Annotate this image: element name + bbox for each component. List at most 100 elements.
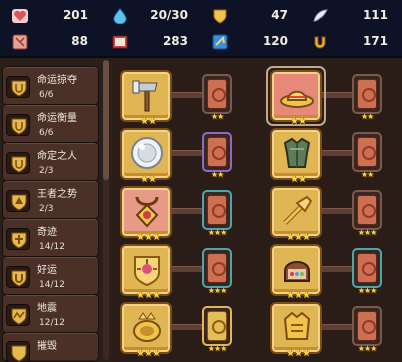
stat-value: 111 <box>362 8 388 22</box>
stat-luck: 171 <box>300 30 396 54</box>
item-stars: ★★★ <box>136 290 161 301</box>
ability-progress: 2/3 <box>39 204 54 214</box>
rune-card-face <box>357 253 377 283</box>
silver-orb-icon <box>131 137 163 169</box>
ability-progress: 14/12 <box>39 242 65 252</box>
heart-icon <box>12 8 28 24</box>
card-icon <box>212 34 228 50</box>
item-slot[interactable]: ★★★ <box>120 302 172 359</box>
ability-item[interactable]: 地震 12/12 <box>2 294 99 334</box>
ability-item[interactable]: 命运衡量 6/6 <box>2 104 99 144</box>
ability-progress: 12/12 <box>39 318 65 328</box>
card-stars: ★★★ <box>207 286 228 295</box>
sweets-box-icon <box>284 261 310 282</box>
rune-card[interactable]: ★★★ <box>352 306 382 353</box>
rune-card-face <box>357 79 377 109</box>
ability-name: 命定之人 <box>37 151 77 162</box>
item-stars: ★★ <box>290 174 307 185</box>
golden-trumpet-icon <box>283 195 313 225</box>
ability-progress: 14/12 <box>39 280 65 290</box>
shield-icon <box>212 8 228 24</box>
rune-card[interactable]: ★★ <box>352 74 382 121</box>
ability-badge-icon <box>6 152 30 174</box>
rune-card[interactable]: ★★ <box>352 132 382 179</box>
ability-item[interactable]: 摧毁 <box>2 332 99 362</box>
ability-progress: 2/3 <box>39 166 54 176</box>
rune-card[interactable]: ★★★ <box>352 248 382 295</box>
ability-list[interactable]: 命运掠夺 6/6 命运衡量 6/6 命定之人 2/3 王者之势 2/3 奇迹 1… <box>0 58 112 362</box>
book-icon <box>112 34 128 50</box>
item-slot[interactable]: ★★ <box>270 70 322 127</box>
item-slot[interactable]: ★★ <box>120 128 172 185</box>
stat-value: 47 <box>271 8 288 22</box>
stat-value: 20/30 <box>150 8 188 22</box>
wing-icon <box>312 8 328 24</box>
stat-health: 201 <box>0 4 96 28</box>
rune-card[interactable]: ★★★ <box>202 306 232 353</box>
gold-armor-icon <box>283 311 311 340</box>
item-stars: ★★★ <box>286 348 311 359</box>
scroll-icon <box>12 34 28 50</box>
item-slot[interactable]: ★★★ <box>120 186 172 243</box>
item-slot[interactable]: ★★ <box>120 70 172 127</box>
green-armor-icon <box>283 137 311 168</box>
ability-badge-icon <box>6 76 30 98</box>
rune-card-face <box>207 253 227 283</box>
stat-value: 171 <box>362 34 388 48</box>
rune-card-face <box>207 79 227 109</box>
ability-item[interactable]: 奇迹 14/12 <box>2 218 99 258</box>
stat-value: 88 <box>71 34 88 48</box>
item-stars: ★★★ <box>136 232 161 243</box>
item-stars: ★★ <box>140 116 157 127</box>
ability-name: 命运掠夺 <box>37 75 77 86</box>
card-stars: ★★★ <box>207 228 228 237</box>
ability-progress: 6/6 <box>39 128 54 138</box>
item-slot[interactable]: ★★★ <box>120 244 172 301</box>
item-grid: ★★ ★★ ★★★ ★★★ ★★★ ★★ ★★ ★★★ ★★★ ★★★ ★★ ★… <box>112 58 402 362</box>
rune-card[interactable]: ★★ <box>202 132 232 179</box>
drop-icon <box>112 8 128 24</box>
ability-item[interactable]: 命运掠夺 6/6 <box>2 66 99 106</box>
ability-badge-icon <box>6 304 30 326</box>
hammer-axe-icon <box>132 80 158 112</box>
ability-progress: 6/6 <box>39 90 54 100</box>
ability-badge-icon <box>6 190 30 212</box>
card-stars: ★★★ <box>357 286 378 295</box>
card-stars: ★★ <box>360 112 374 121</box>
ability-item[interactable]: 好运 14/12 <box>2 256 99 296</box>
rune-card[interactable]: ★★★ <box>352 190 382 237</box>
stat-attack: 88 <box>0 30 96 54</box>
ability-name: 奇迹 <box>37 227 57 238</box>
rune-card-face <box>207 137 227 167</box>
stat-value: 120 <box>262 34 288 48</box>
item-stars: ★★★ <box>286 232 311 243</box>
ability-name: 命运衡量 <box>37 113 77 124</box>
rune-card[interactable]: ★★ <box>202 74 232 121</box>
rune-card-face <box>357 195 377 225</box>
ability-badge-icon <box>6 228 30 250</box>
crown-ring-icon <box>133 312 161 342</box>
ability-item[interactable]: 命定之人 2/3 <box>2 142 99 182</box>
item-slot[interactable]: ★★ <box>270 128 322 185</box>
rune-card-face <box>357 311 377 341</box>
stat-armor: 47 <box>200 4 296 28</box>
item-stars: ★★ <box>140 174 157 185</box>
stat-value: 283 <box>162 34 188 48</box>
ability-badge-icon <box>6 114 30 136</box>
crest-icon <box>134 256 160 287</box>
item-stars: ★★ <box>290 116 307 127</box>
item-slot[interactable]: ★★★ <box>270 186 322 243</box>
rune-card[interactable]: ★★★ <box>202 190 232 237</box>
scrollbar-thumb[interactable] <box>103 60 109 180</box>
item-slot[interactable]: ★★★ <box>270 302 322 359</box>
item-slot[interactable]: ★★★ <box>270 244 322 301</box>
amulet-icon <box>135 196 159 228</box>
card-stars: ★★ <box>210 112 224 121</box>
card-stars: ★★ <box>360 170 374 179</box>
ability-item[interactable]: 王者之势 2/3 <box>2 180 99 220</box>
ability-name: 好运 <box>37 265 57 276</box>
rune-card[interactable]: ★★★ <box>202 248 232 295</box>
card-stars: ★★ <box>210 170 224 179</box>
ability-scrollbar[interactable] <box>103 60 109 360</box>
card-stars: ★★★ <box>357 344 378 353</box>
